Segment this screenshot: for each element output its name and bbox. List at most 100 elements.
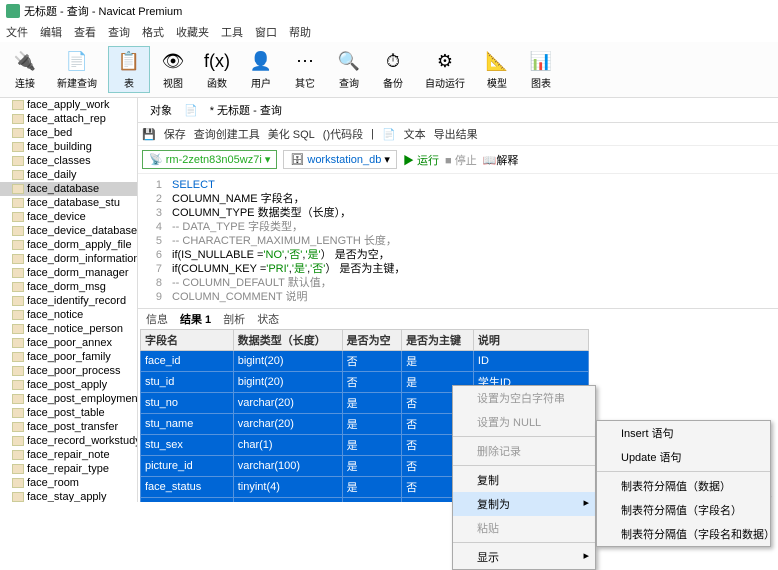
- context-menu-2[interactable]: Insert 语句 Update 语句 制表符分隔值（数据） 制表符分隔值（字段…: [596, 420, 771, 547]
- tree-item-face_repair_note[interactable]: face_repair_note: [0, 448, 137, 462]
- tool-自动运行[interactable]: ⚙自动运行: [416, 46, 474, 93]
- db-selector[interactable]: 🗄 workstation_db ▾: [283, 150, 397, 169]
- col-header[interactable]: 字段名: [141, 330, 234, 351]
- ctx-set-null[interactable]: 设置为 NULL: [453, 410, 595, 434]
- run-button[interactable]: ▶ 运行: [403, 152, 439, 168]
- explain-button[interactable]: 📖解释: [483, 152, 519, 168]
- table-icon: [12, 324, 24, 334]
- tool-备份[interactable]: ⏱备份: [372, 46, 414, 93]
- tab-status[interactable]: 状态: [257, 311, 279, 327]
- tree-item-face_device_database[interactable]: face_device_database: [0, 224, 137, 238]
- tree-item-face_repair_type[interactable]: face_repair_type: [0, 462, 137, 476]
- table-icon: [12, 450, 24, 460]
- sql-editor[interactable]: 1SELECT 2 COLUMN_NAME 字段名， 3 COLUMN_TYPE…: [138, 174, 778, 308]
- table-icon: [12, 366, 24, 376]
- ctx-copy[interactable]: 复制: [453, 468, 595, 492]
- tool-连接[interactable]: 🔌连接: [4, 46, 46, 93]
- tree-item-face_classes[interactable]: face_classes: [0, 154, 137, 168]
- tree-item-face_identify_record[interactable]: face_identify_record: [0, 294, 137, 308]
- table-icon: [12, 282, 24, 292]
- menu-收藏夹[interactable]: 收藏夹: [176, 24, 209, 40]
- menu-工具[interactable]: 工具: [221, 24, 243, 40]
- menu-格式[interactable]: 格式: [142, 24, 164, 40]
- tool-模型[interactable]: 📐模型: [476, 46, 518, 93]
- table-icon: [12, 226, 24, 236]
- tool-其它[interactable]: ⋯其它: [284, 46, 326, 93]
- menu-文件[interactable]: 文件: [6, 24, 28, 40]
- table-icon: [12, 254, 24, 264]
- create-tool-button[interactable]: 查询创建工具: [194, 126, 260, 142]
- tree-item-face_apply_work[interactable]: face_apply_work: [0, 98, 137, 112]
- text-button[interactable]: 文本: [404, 126, 426, 142]
- menu-查询[interactable]: 查询: [108, 24, 130, 40]
- tree-item-face_record_workstudy[interactable]: face_record_workstudy: [0, 434, 137, 448]
- tree-item-face_device[interactable]: face_device: [0, 210, 137, 224]
- window-title: 无标题 - 查询 - Navicat Premium: [24, 3, 182, 19]
- tool-用户[interactable]: 👤用户: [240, 46, 282, 93]
- tab-query[interactable]: * 无标题 - 查询: [202, 100, 290, 120]
- tool-视图[interactable]: 👁视图: [152, 46, 194, 93]
- ctx-display[interactable]: 显示: [453, 545, 595, 569]
- tree-item-face_post_table[interactable]: face_post_table: [0, 406, 137, 420]
- results-tabs: 信息 结果 1 剖析 状态: [138, 308, 778, 329]
- tree-item-face_poor_process[interactable]: face_poor_process: [0, 364, 137, 378]
- menu-窗口[interactable]: 窗口: [255, 24, 277, 40]
- tree-item-face_poor_annex[interactable]: face_poor_annex: [0, 336, 137, 350]
- table-tree[interactable]: face_apply_workface_attach_repface_bedfa…: [0, 98, 138, 502]
- menu-查看[interactable]: 查看: [74, 24, 96, 40]
- ctx-paste[interactable]: 粘贴: [453, 516, 595, 540]
- tree-item-face_dorm_information[interactable]: face_dorm_information: [0, 252, 137, 266]
- tool-新建查询[interactable]: 📄新建查询: [48, 46, 106, 93]
- code-snippet-button[interactable]: ()代码段: [323, 126, 363, 142]
- ctx-set-blank[interactable]: 设置为空白字符串: [453, 386, 595, 410]
- tool-图表[interactable]: 📊图表: [520, 46, 562, 93]
- ctx-insert-stmt[interactable]: Insert 语句: [597, 421, 770, 445]
- tab-analysis[interactable]: 剖析: [223, 311, 245, 327]
- tree-item-face_poor_family[interactable]: face_poor_family: [0, 350, 137, 364]
- tree-item-face_post_transfer[interactable]: face_post_transfer: [0, 420, 137, 434]
- tree-item-face_bed[interactable]: face_bed: [0, 126, 137, 140]
- context-menu-1[interactable]: 设置为空白字符串 设置为 NULL 删除记录 复制 复制为 粘贴 显示: [452, 385, 596, 570]
- query-toolbar: 💾保存 查询创建工具 美化 SQL ()代码段 | 📄文本 导出结果: [138, 123, 778, 146]
- ctx-tsv-fields[interactable]: 制表符分隔值（字段名）: [597, 498, 770, 522]
- tool-函数[interactable]: f(x)函数: [196, 46, 238, 93]
- tab-object[interactable]: 对象: [142, 100, 180, 120]
- table-icon: [12, 170, 24, 180]
- tree-item-face_attach_rep[interactable]: face_attach_rep: [0, 112, 137, 126]
- menu-编辑[interactable]: 编辑: [40, 24, 62, 40]
- ctx-copy-as[interactable]: 复制为: [453, 492, 595, 516]
- save-button[interactable]: 保存: [164, 126, 186, 142]
- tree-item-face_building[interactable]: face_building: [0, 140, 137, 154]
- tool-表[interactable]: 📋表: [108, 46, 150, 93]
- tree-item-face_database_stu[interactable]: face_database_stu: [0, 196, 137, 210]
- tab-info[interactable]: 信息: [146, 311, 168, 327]
- col-header[interactable]: 是否为主键: [402, 330, 474, 351]
- tree-item-face_dorm_manager[interactable]: face_dorm_manager: [0, 266, 137, 280]
- server-selector[interactable]: 📡 rm-2zetn83n05wz7i ▾: [142, 150, 277, 169]
- col-header[interactable]: 说明: [473, 330, 588, 351]
- col-header[interactable]: 数据类型（长度）: [233, 330, 342, 351]
- tab-result1[interactable]: 结果 1: [180, 311, 211, 327]
- tool-查询[interactable]: 🔍查询: [328, 46, 370, 93]
- tree-item-face_stay_apply[interactable]: face_stay_apply: [0, 490, 137, 502]
- tree-item-face_notice_person[interactable]: face_notice_person: [0, 322, 137, 336]
- ctx-update-stmt[interactable]: Update 语句: [597, 445, 770, 469]
- tree-item-face_post_employment[interactable]: face_post_employment: [0, 392, 137, 406]
- tree-item-face_database[interactable]: face_database: [0, 182, 137, 196]
- table-row[interactable]: face_idbigint(20)否是ID: [141, 351, 589, 372]
- menu-bar: 文件编辑查看查询格式收藏夹工具窗口帮助: [0, 22, 778, 42]
- tree-item-face_dorm_apply_file[interactable]: face_dorm_apply_file: [0, 238, 137, 252]
- tree-item-face_dorm_msg[interactable]: face_dorm_msg: [0, 280, 137, 294]
- tree-item-face_post_apply[interactable]: face_post_apply: [0, 378, 137, 392]
- col-header[interactable]: 是否为空: [342, 330, 401, 351]
- ctx-tsv-data[interactable]: 制表符分隔值（数据）: [597, 474, 770, 498]
- export-button[interactable]: 导出结果: [434, 126, 478, 142]
- tree-item-face_room[interactable]: face_room: [0, 476, 137, 490]
- menu-帮助[interactable]: 帮助: [289, 24, 311, 40]
- tree-item-face_notice[interactable]: face_notice: [0, 308, 137, 322]
- beautify-button[interactable]: 美化 SQL: [268, 126, 315, 142]
- tree-item-face_daily[interactable]: face_daily: [0, 168, 137, 182]
- table-icon: [12, 408, 24, 418]
- ctx-tsv-all[interactable]: 制表符分隔值（字段名和数据）: [597, 522, 770, 546]
- ctx-delete[interactable]: 删除记录: [453, 439, 595, 463]
